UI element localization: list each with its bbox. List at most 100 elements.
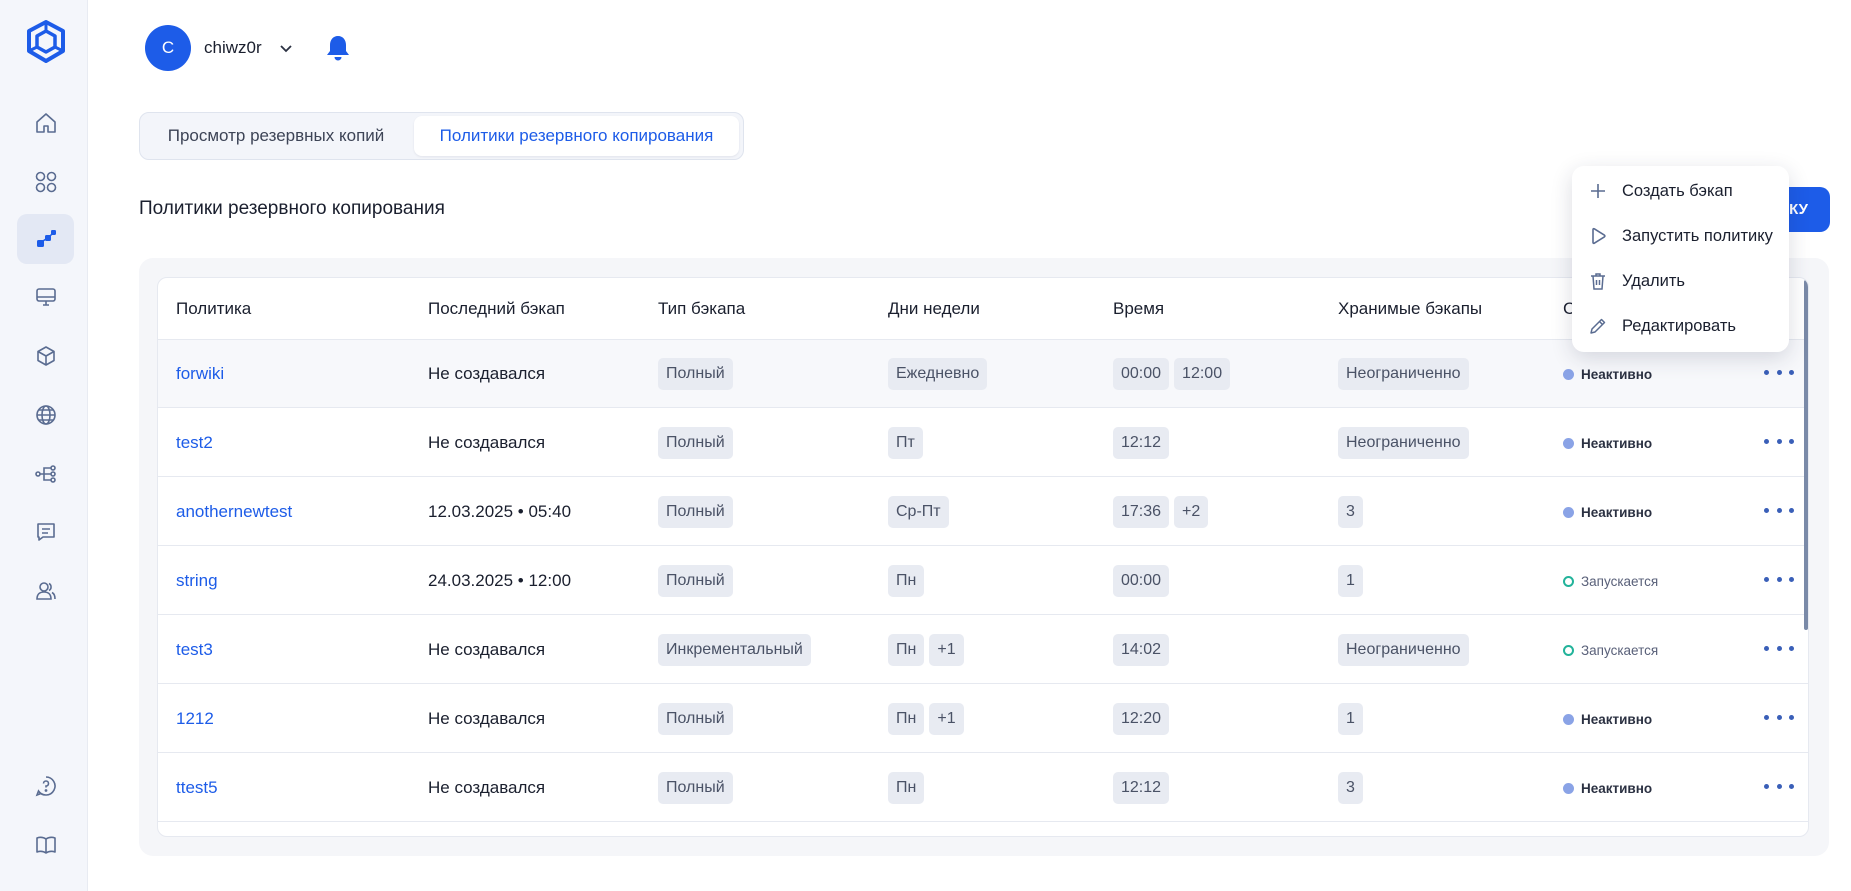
status-label: Запускается bbox=[1581, 573, 1659, 589]
more-actions-icon[interactable] bbox=[1764, 431, 1794, 451]
chevron-down-icon[interactable] bbox=[278, 40, 294, 56]
username[interactable]: chiwz0r bbox=[204, 38, 262, 58]
col-stored-backups[interactable]: Хранимые бэкапы bbox=[1338, 299, 1482, 319]
help-icon bbox=[35, 776, 56, 797]
status-cell: Запускается bbox=[1563, 547, 1658, 615]
col-time[interactable]: Время bbox=[1113, 299, 1164, 319]
nav-home[interactable] bbox=[17, 98, 74, 148]
status-label: Неактивно bbox=[1581, 780, 1653, 796]
table-row[interactable]: 1212 Не создавался Полный Пн +1 12:20 1 Н… bbox=[158, 685, 1808, 753]
more-actions-icon[interactable] bbox=[1764, 707, 1794, 727]
policy-name-link[interactable]: test3 bbox=[176, 616, 213, 684]
plus-icon bbox=[1591, 184, 1605, 198]
table-row[interactable]: anothernewtest 12.03.2025 • 05:40 Полный… bbox=[158, 478, 1808, 546]
nav-monitor[interactable] bbox=[17, 272, 74, 322]
table-row[interactable]: test2 Не создавался Полный Пт 12:12 Неог… bbox=[158, 409, 1808, 477]
last-backup: Не создавался bbox=[428, 640, 546, 659]
backup-type-cell: Полный bbox=[658, 754, 738, 822]
day-chip: +1 bbox=[929, 703, 964, 735]
nav-users[interactable] bbox=[17, 566, 74, 616]
menu-edit-label: Редактировать bbox=[1622, 316, 1736, 335]
more-actions-icon[interactable] bbox=[1764, 569, 1794, 589]
status-dot-icon bbox=[1563, 506, 1574, 518]
time-chip: 00:00 bbox=[1113, 358, 1170, 390]
weekdays-cell: Пн +1 bbox=[888, 685, 969, 753]
menu-create-backup[interactable]: Создать бэкап bbox=[1572, 170, 1789, 212]
nav-cube[interactable] bbox=[17, 331, 74, 381]
menu-delete[interactable]: Удалить bbox=[1572, 260, 1789, 302]
policy-name-link[interactable]: test2 bbox=[176, 409, 213, 477]
col-backup-type[interactable]: Тип бэкапа bbox=[658, 299, 745, 319]
table-row[interactable]: forwiki Не создавался Полный Ежедневно 0… bbox=[158, 340, 1808, 408]
nav-globe[interactable] bbox=[17, 390, 74, 440]
col-weekdays[interactable]: Дни недели bbox=[888, 299, 980, 319]
policy-name-link[interactable]: forwiki bbox=[176, 340, 224, 408]
tabs: Просмотр резервных копий Политики резерв… bbox=[139, 112, 744, 160]
status-badge: Неактивно bbox=[1563, 712, 1652, 727]
time-chip: 17:36 bbox=[1113, 496, 1170, 528]
menu-run-policy[interactable]: Запустить политику bbox=[1572, 215, 1789, 257]
day-chip: Ежедневно bbox=[888, 358, 988, 390]
time-chip: 00:00 bbox=[1113, 565, 1170, 597]
menu-delete-label: Удалить bbox=[1622, 271, 1685, 290]
col-policy[interactable]: Политика bbox=[176, 299, 251, 319]
time-cell: 00:00 12:00 bbox=[1113, 340, 1235, 408]
backup-type-chip: Полный bbox=[658, 565, 733, 597]
play-icon bbox=[1592, 227, 1606, 245]
tab-view-backups[interactable]: Просмотр резервных копий bbox=[144, 116, 408, 156]
status-dot-icon bbox=[1563, 782, 1574, 794]
nav-docs[interactable] bbox=[17, 820, 74, 870]
stored-cell: Неограниченно bbox=[1338, 340, 1474, 408]
nav-backups[interactable] bbox=[17, 214, 74, 264]
weekdays-cell: Пн +1 bbox=[888, 616, 969, 684]
menu-edit[interactable]: Редактировать bbox=[1572, 305, 1789, 347]
message-icon bbox=[36, 523, 55, 541]
backup-type-chip: Полный bbox=[658, 358, 733, 390]
pencil-icon bbox=[1590, 318, 1606, 334]
more-actions-icon[interactable] bbox=[1764, 776, 1794, 796]
time-chip: 12:12 bbox=[1113, 427, 1170, 459]
status-badge: Неактивно bbox=[1563, 781, 1652, 796]
policy-name-link[interactable]: ttest5 bbox=[176, 754, 218, 822]
table-row[interactable]: ttest5 Не создавался Полный Пн 12:12 3 Н… bbox=[158, 754, 1808, 822]
backup-type-chip: Полный bbox=[658, 772, 733, 804]
nav-network[interactable] bbox=[17, 449, 74, 499]
table-row[interactable]: string 24.03.2025 • 12:00 Полный Пн 00:0… bbox=[158, 547, 1808, 615]
policy-name-link[interactable]: anothernewtest bbox=[176, 478, 292, 546]
bell-icon[interactable] bbox=[325, 34, 351, 62]
last-backup: 12.03.2025 • 05:40 bbox=[428, 502, 572, 521]
page-title: Политики резервного копирования bbox=[139, 198, 445, 219]
table-row[interactable]: test3 Не создавался Инкрементальный Пн +1… bbox=[158, 616, 1808, 684]
nav-help[interactable] bbox=[17, 761, 74, 811]
weekdays-cell: Ср-Пт bbox=[888, 478, 954, 546]
status-dot-icon bbox=[1563, 713, 1574, 725]
policy-name-link[interactable]: string bbox=[176, 547, 218, 615]
nav-messages[interactable] bbox=[17, 507, 74, 557]
cube-icon bbox=[36, 346, 55, 366]
status-badge: Запускается bbox=[1563, 574, 1658, 589]
more-actions-icon[interactable] bbox=[1764, 362, 1794, 382]
trash-icon bbox=[1591, 273, 1605, 290]
status-cell: Неактивно bbox=[1563, 685, 1652, 753]
nav-apps[interactable] bbox=[17, 157, 74, 207]
backup-type-cell: Полный bbox=[658, 547, 738, 615]
status-badge: Неактивно bbox=[1563, 367, 1652, 382]
day-chip: Ср-Пт bbox=[888, 496, 949, 528]
day-chip: +1 bbox=[929, 634, 964, 666]
apps-grid-icon bbox=[35, 171, 56, 193]
last-backup: Не создавался bbox=[428, 364, 546, 383]
day-chip: Пн bbox=[888, 565, 925, 597]
app-logo-icon[interactable] bbox=[26, 20, 66, 64]
time-chip: 12:20 bbox=[1113, 703, 1170, 735]
col-last-backup[interactable]: Последний бэкап bbox=[428, 299, 565, 319]
more-actions-icon[interactable] bbox=[1764, 638, 1794, 658]
create-policy-button-label: КУ bbox=[1789, 201, 1808, 218]
stored-chip: Неограниченно bbox=[1338, 634, 1469, 666]
more-actions-icon[interactable] bbox=[1764, 500, 1794, 520]
tab-backup-policies[interactable]: Политики резервного копирования bbox=[414, 116, 739, 156]
policy-name-link[interactable]: 1212 bbox=[176, 685, 214, 753]
context-menu: Создать бэкап Запустить политику Удалить… bbox=[1572, 166, 1789, 352]
backup-type-chip: Инкрементальный bbox=[658, 634, 811, 666]
table-scrollbar[interactable] bbox=[1804, 280, 1808, 630]
avatar[interactable]: C bbox=[145, 25, 191, 71]
